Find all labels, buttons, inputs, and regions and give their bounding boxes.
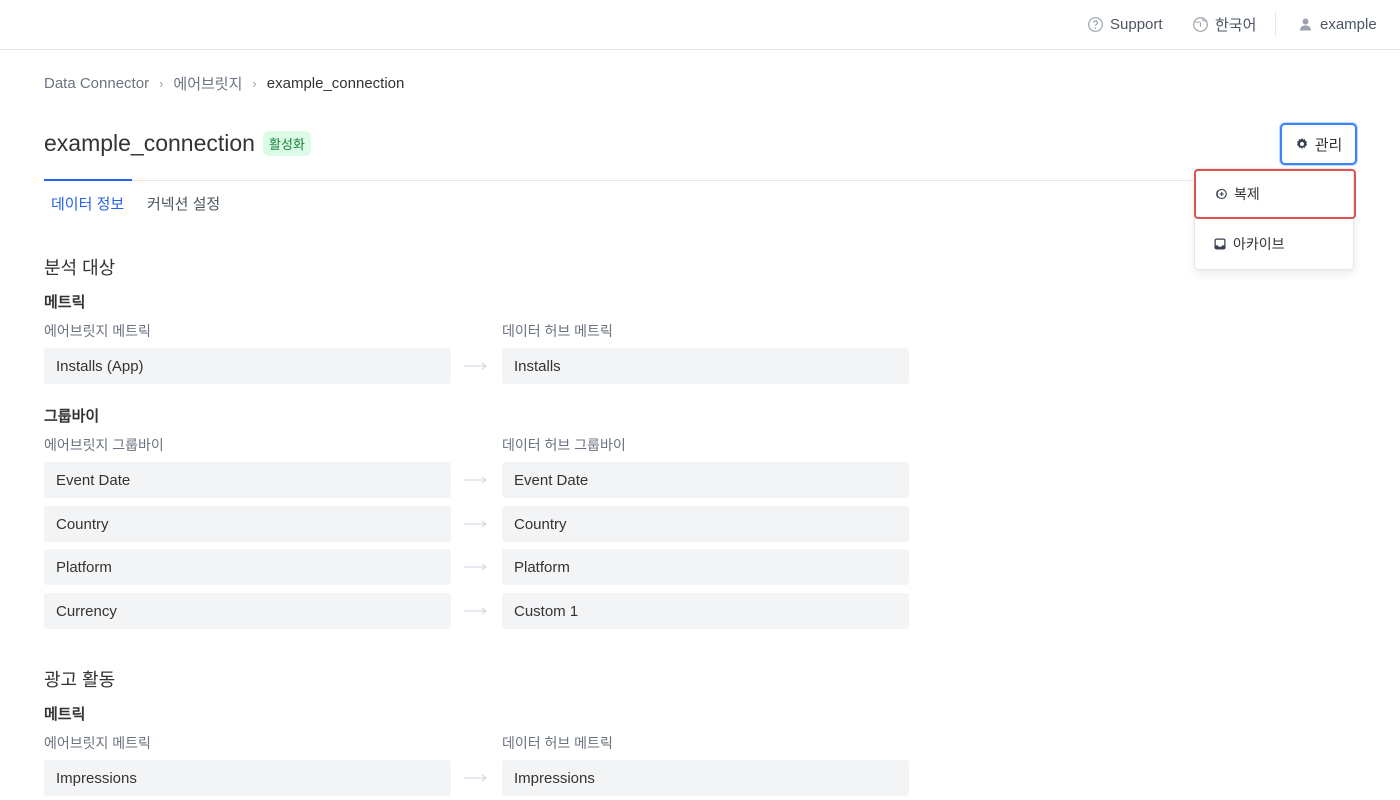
globe-icon <box>1193 16 1208 32</box>
chevron-right-icon: › <box>159 76 164 91</box>
source-metric-label: 에어브릿지 메트릭 <box>44 323 151 339</box>
metric-heading: 메트릭 <box>44 294 86 311</box>
arrow-right-icon <box>464 362 487 370</box>
archive-icon <box>1214 238 1226 250</box>
support-link[interactable]: Support <box>1087 14 1163 34</box>
user-menu[interactable]: example <box>1297 14 1377 34</box>
support-label: Support <box>1110 15 1163 33</box>
top-bar: Support 한국어 example <box>0 0 1400 50</box>
language-selector[interactable]: 한국어 <box>1192 14 1256 34</box>
menu-item-duplicate-label: 복제 <box>1234 186 1260 202</box>
duplicate-icon <box>1216 188 1227 200</box>
target-groupby-field: Country <box>502 506 909 542</box>
source-groupby-label: 에어브릿지 그룹바이 <box>44 437 164 453</box>
target-metric-field: Impressions <box>502 760 909 796</box>
help-circle-icon <box>1088 16 1103 32</box>
source-groupby-field: Platform <box>44 549 451 585</box>
section-title-analysis: 분석 대상 <box>44 258 116 278</box>
target-metric-field: Installs <box>502 348 909 384</box>
section-title-ad-activity: 광고 활동 <box>44 670 116 690</box>
status-badge: 활성화 <box>262 131 311 156</box>
page-title: example_connection <box>44 130 255 156</box>
metric-heading: 메트릭 <box>44 706 86 723</box>
gear-icon <box>1296 138 1307 149</box>
source-groupby-field: Country <box>44 506 451 542</box>
source-metric-label: 에어브릿지 메트릭 <box>44 735 151 751</box>
arrow-right-icon <box>464 607 487 615</box>
target-metric-label: 데이터 허브 메트릭 <box>502 323 613 339</box>
user-label: example <box>1320 15 1377 33</box>
breadcrumb-airbridge[interactable]: 에어브릿지 <box>173 73 242 94</box>
tab-connection-settings[interactable]: 커넥션 설정 <box>147 193 220 214</box>
tab-data-info[interactable]: 데이터 정보 <box>51 193 124 214</box>
menu-item-archive-label: 아카이브 <box>1233 236 1285 252</box>
active-tab-indicator <box>44 179 132 181</box>
source-metric-field: Impressions <box>44 760 451 796</box>
top-divider <box>1275 12 1276 36</box>
breadcrumb-data-connector[interactable]: Data Connector <box>44 75 149 92</box>
source-metric-field: Installs (App) <box>44 348 451 384</box>
arrow-right-icon <box>464 476 487 484</box>
menu-item-duplicate[interactable]: 복제 <box>1194 169 1356 219</box>
user-icon <box>1299 18 1312 30</box>
arrow-right-icon <box>464 563 487 571</box>
breadcrumb-current: example_connection <box>266 75 405 92</box>
source-groupby-field: Currency <box>44 593 451 629</box>
tabs-divider <box>44 180 1194 181</box>
arrow-right-icon <box>464 520 487 528</box>
target-groupby-field: Platform <box>502 549 909 585</box>
manage-dropdown-menu: 복제 아카이브 <box>1194 168 1356 270</box>
title-row: example_connection 활성화 <box>44 130 311 157</box>
chevron-right-icon: › <box>252 76 257 91</box>
manage-button[interactable]: 관리 <box>1280 123 1357 165</box>
menu-item-archive[interactable]: 아카이브 <box>1195 224 1355 264</box>
target-metric-label: 데이터 허브 메트릭 <box>502 735 613 751</box>
groupby-heading: 그룹바이 <box>44 408 100 425</box>
arrow-right-icon <box>464 774 487 782</box>
source-groupby-field: Event Date <box>44 462 451 498</box>
target-groupby-field: Event Date <box>502 462 909 498</box>
breadcrumb: Data Connector › 에어브릿지 › example_connect… <box>44 73 404 94</box>
manage-label: 관리 <box>1314 136 1343 154</box>
language-label: 한국어 <box>1215 16 1257 34</box>
target-groupby-label: 데이터 허브 그룹바이 <box>502 437 626 453</box>
target-groupby-field: Custom 1 <box>502 593 909 629</box>
